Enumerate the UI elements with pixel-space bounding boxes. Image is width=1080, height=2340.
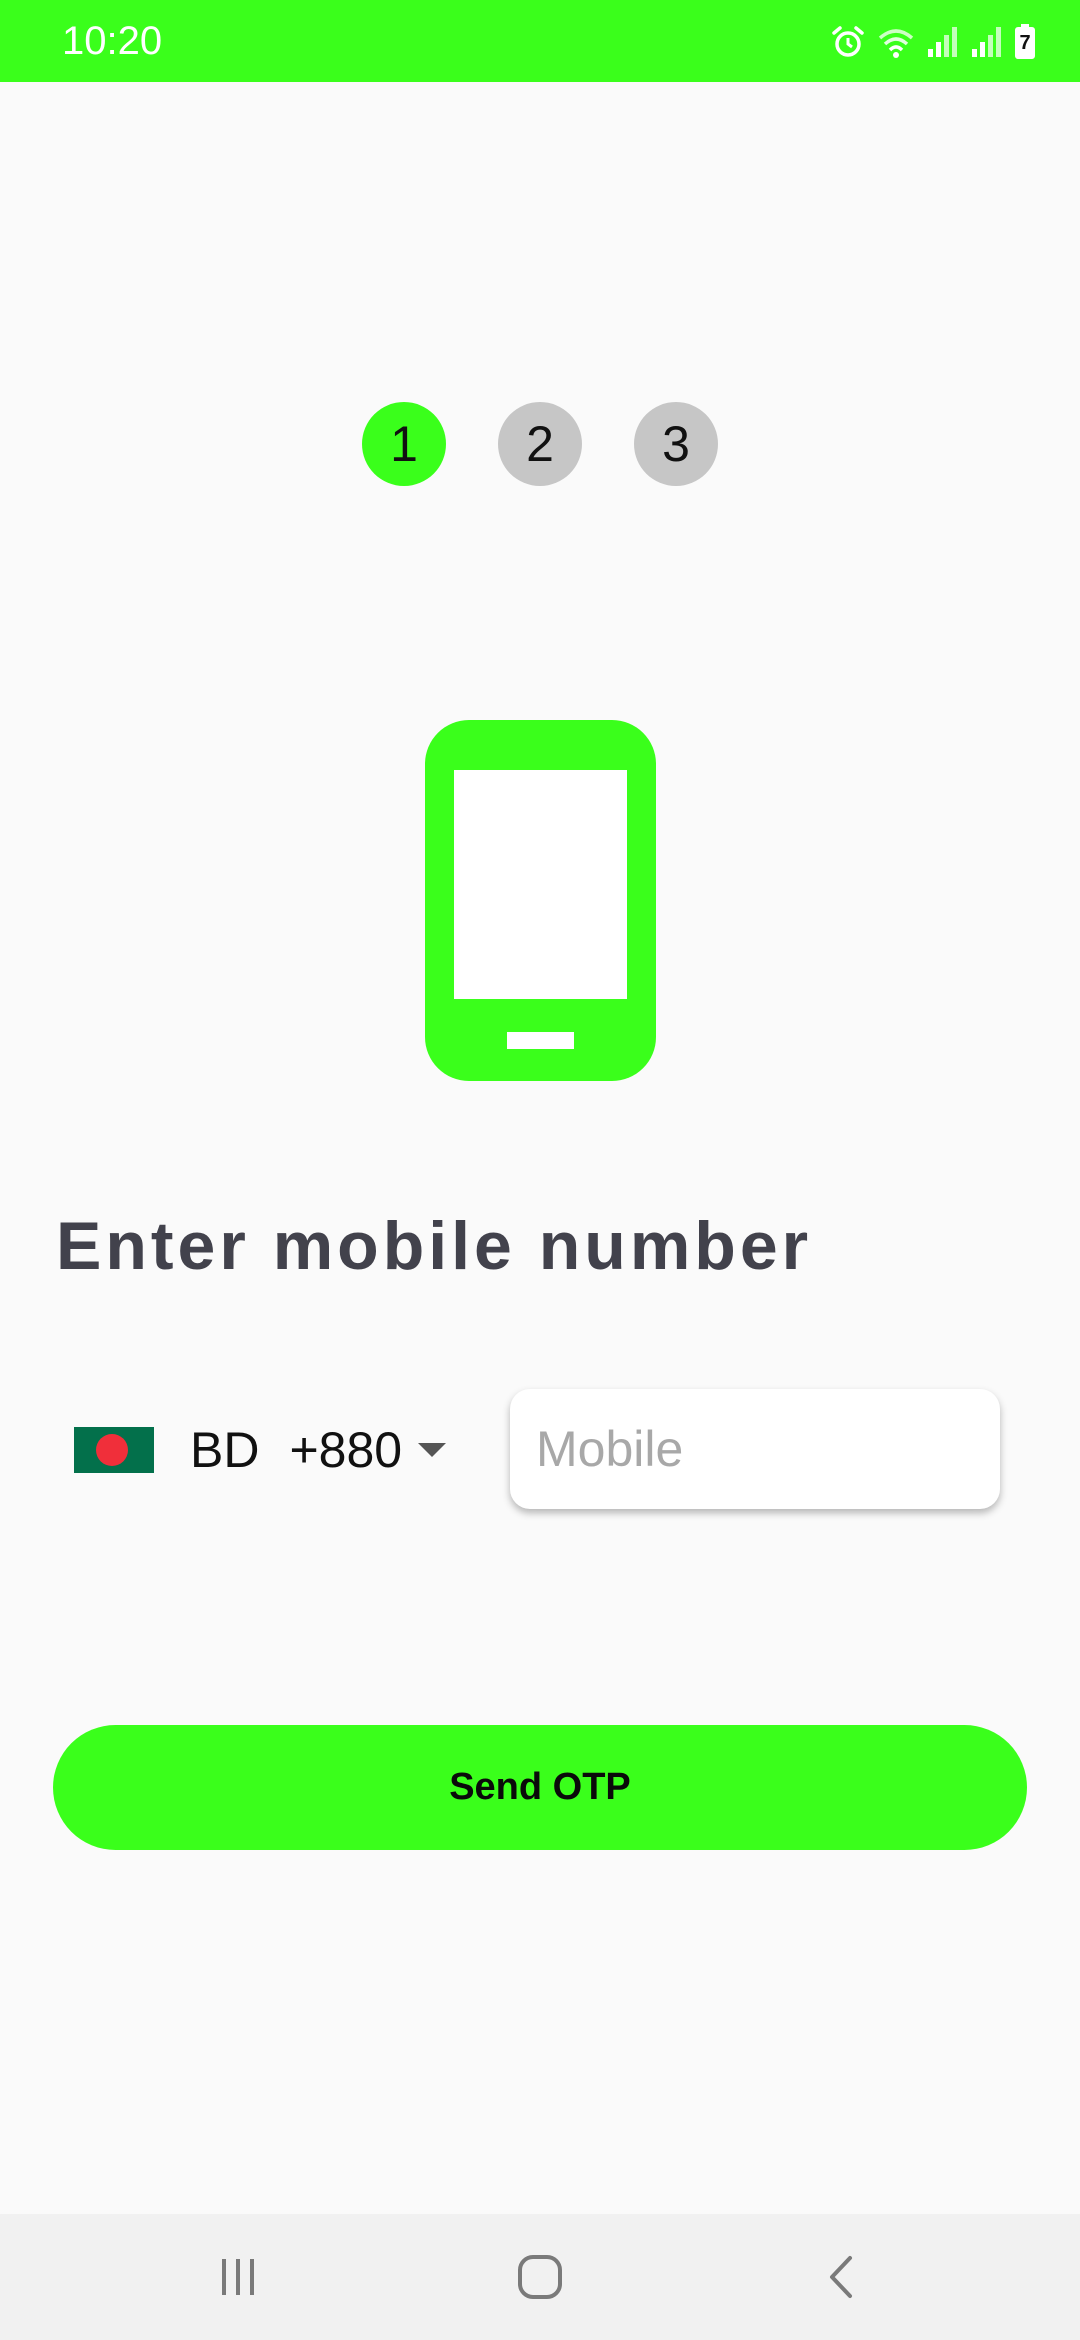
signal-icon	[970, 25, 1004, 59]
flag-circle	[96, 1434, 128, 1466]
step-3-indicator: 3	[634, 402, 718, 486]
dial-code: +880	[289, 1422, 403, 1478]
smartphone-icon	[425, 720, 656, 1081]
back-icon[interactable]	[802, 2242, 882, 2312]
bangladesh-flag-icon	[74, 1427, 154, 1473]
battery-icon: 7	[1014, 24, 1036, 60]
status-time: 10:20	[62, 19, 163, 63]
home-icon[interactable]	[500, 2242, 580, 2312]
country-code: BD	[190, 1422, 260, 1478]
step-2-indicator: 2	[498, 402, 582, 486]
country-code-picker[interactable]: BD +880	[74, 1410, 458, 1490]
battery-level: 7	[1019, 32, 1031, 54]
alarm-icon	[830, 24, 866, 60]
send-otp-button[interactable]: Send OTP	[53, 1725, 1027, 1850]
signal-icon	[926, 25, 960, 59]
wifi-icon	[876, 24, 916, 60]
dropdown-arrow-icon	[418, 1443, 447, 1457]
recents-icon[interactable]	[198, 2242, 278, 2312]
status-bar: 10:20 7	[0, 0, 1080, 82]
mobile-number-input[interactable]	[510, 1389, 1000, 1509]
step-1-indicator: 1	[362, 402, 446, 486]
page-title: Enter mobile number	[56, 1208, 813, 1284]
status-icons: 7	[830, 22, 1036, 62]
navigation-bar	[0, 2214, 1080, 2340]
